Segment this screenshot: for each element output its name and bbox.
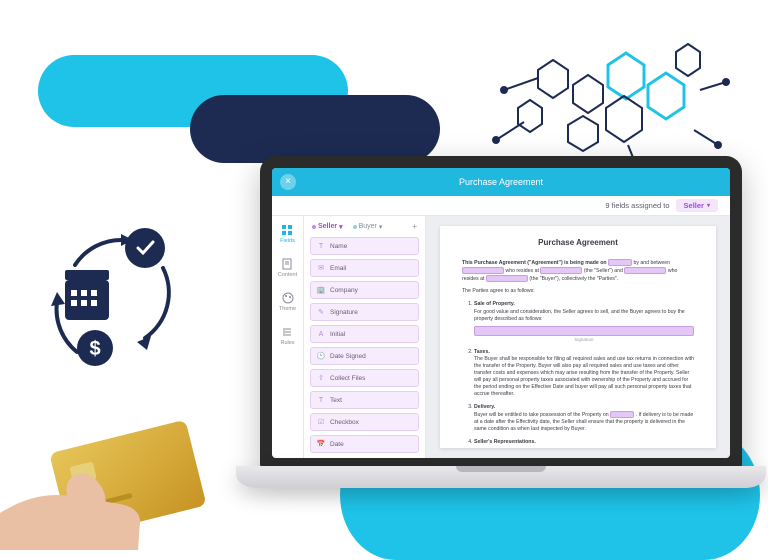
app-title: Purchase Agreement — [459, 177, 543, 187]
document-heading: Purchase Agreement — [462, 238, 694, 249]
field-date-signed[interactable]: 🕑Date Signed — [310, 347, 419, 365]
placeholder-seller-name[interactable] — [462, 267, 504, 274]
initials-icon: A — [317, 330, 325, 338]
placeholder-signature[interactable] — [474, 326, 694, 336]
sections-list: Sale of Property. For good value and con… — [462, 301, 694, 445]
rail-tab-rules[interactable]: Rules — [280, 324, 294, 348]
fields-icon — [281, 224, 293, 236]
app-body: Fields Content Theme — [272, 216, 730, 458]
rail-label: Theme — [279, 306, 296, 312]
pen-icon: ✎ — [317, 308, 325, 316]
hand-holding-card-image — [0, 400, 250, 550]
rail-label: Content — [278, 272, 297, 278]
field-name[interactable]: TName — [310, 237, 419, 255]
intro-paragraph: This Purchase Agreement ("Agreement") is… — [462, 259, 694, 283]
field-company[interactable]: 🏢Company — [310, 281, 419, 299]
building-icon: 🏢 — [317, 286, 325, 294]
mail-icon: ✉ — [317, 264, 325, 272]
add-role-button[interactable]: + — [412, 222, 417, 231]
content-icon — [281, 258, 293, 270]
signature-caption: Signature — [474, 337, 694, 343]
section-delivery: Delivery. Buyer will be entitled to take… — [474, 404, 694, 433]
calendar-icon: 📅 — [317, 440, 325, 448]
field-signature[interactable]: ✎Signature — [310, 303, 419, 321]
placeholder-delivery-date[interactable] — [610, 411, 634, 418]
placeholder-buyer-address[interactable] — [486, 275, 528, 282]
rail-tab-fields[interactable]: Fields — [280, 222, 295, 246]
role-tab-seller[interactable]: Seller ▾ — [312, 223, 343, 231]
placeholder-buyer-name[interactable] — [624, 267, 666, 274]
app-subheader: 9 fields assigned to Seller — [272, 196, 730, 216]
rail-tab-content[interactable]: Content — [278, 256, 297, 280]
section-taxes: Taxes. The Buyer shall be responsible fo… — [474, 349, 694, 398]
process-cycle-icon: $ — [25, 210, 195, 380]
document-editor-app: × Purchase Agreement 9 fields assigned t… — [272, 168, 730, 458]
fields-panel: Seller ▾ Buyer ▾ + TName ✉Email 🏢Company… — [304, 216, 426, 458]
field-date[interactable]: 📅Date — [310, 435, 419, 453]
agree-line: The Parties agree to as follows: — [462, 288, 694, 295]
rail-tab-theme[interactable]: Theme — [279, 290, 296, 314]
upload-icon: ⇧ — [317, 374, 325, 382]
app-header: × Purchase Agreement — [272, 168, 730, 196]
clock-icon: 🕑 — [317, 352, 325, 360]
field-text[interactable]: TText — [310, 391, 419, 409]
field-checkbox[interactable]: ☑Checkbox — [310, 413, 419, 431]
fields-assigned-label: 9 fields assigned to — [605, 201, 669, 210]
field-initial[interactable]: AInitial — [310, 325, 419, 343]
decorative-pill-navy — [190, 95, 440, 163]
section-seller-reps: Seller's Representations. — [474, 439, 694, 446]
document-page: Purchase Agreement This Purchase Agreeme… — [440, 226, 716, 448]
laptop-mockup: × Purchase Agreement 9 fields assigned t… — [236, 156, 766, 516]
assigned-role-dropdown[interactable]: Seller — [676, 199, 718, 212]
rules-icon — [282, 326, 294, 338]
close-button[interactable]: × — [280, 174, 296, 190]
laptop-notch — [456, 466, 546, 472]
side-rail: Fields Content Theme — [272, 216, 304, 458]
placeholder-seller-address[interactable] — [540, 267, 582, 274]
close-icon: × — [285, 177, 291, 187]
check-icon: ☑ — [317, 418, 325, 426]
theme-icon — [282, 292, 294, 304]
document-canvas[interactable]: Purchase Agreement This Purchase Agreeme… — [426, 216, 730, 458]
role-tab-buyer[interactable]: Buyer ▾ — [353, 223, 383, 231]
svg-text:$: $ — [89, 338, 100, 360]
text-icon: T — [317, 396, 325, 404]
field-collect-files[interactable]: ⇧Collect Files — [310, 369, 419, 387]
placeholder-date[interactable] — [608, 259, 632, 266]
field-email[interactable]: ✉Email — [310, 259, 419, 277]
rail-label: Rules — [280, 340, 294, 346]
text-icon: T — [317, 242, 325, 250]
section-sale: Sale of Property. For good value and con… — [474, 301, 694, 342]
role-tabs: Seller ▾ Buyer ▾ + — [304, 216, 425, 235]
rail-label: Fields — [280, 238, 295, 244]
fields-list: TName ✉Email 🏢Company ✎Signature AInitia… — [304, 235, 425, 458]
